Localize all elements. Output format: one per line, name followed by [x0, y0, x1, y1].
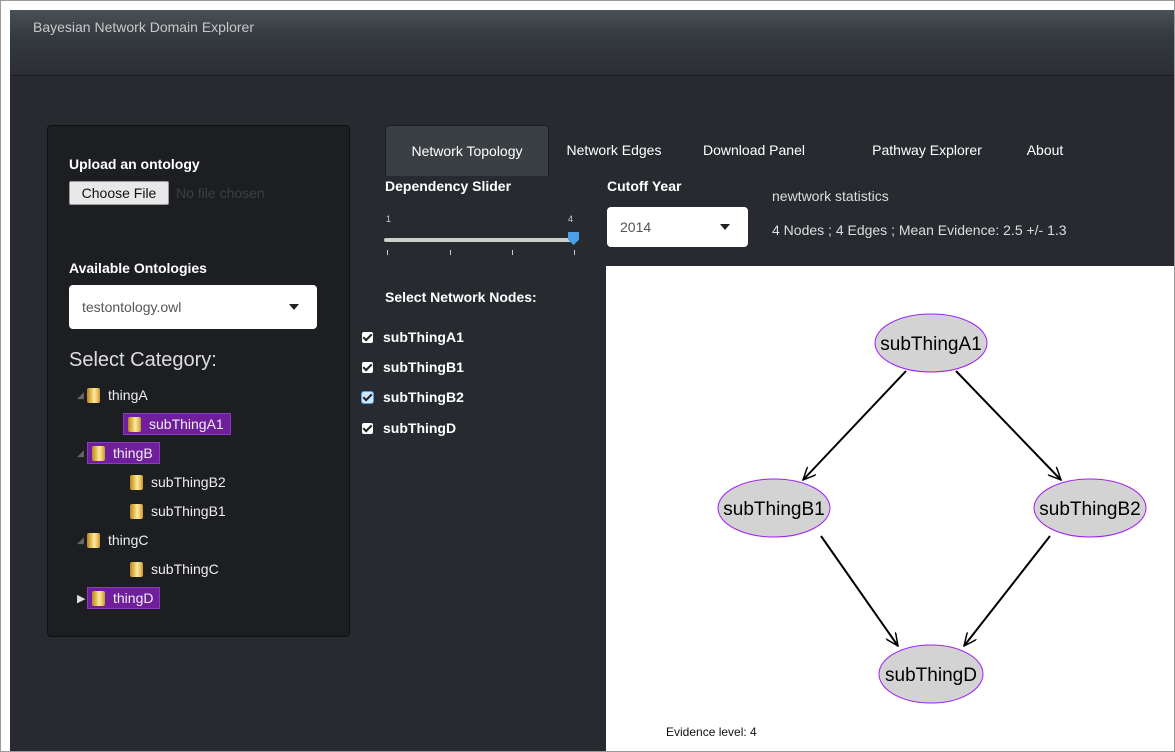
graph-node-label: subThingB1: [723, 499, 824, 520]
tree-label: thingB: [113, 445, 153, 461]
cutoff-year-value: 2014: [620, 219, 652, 235]
tree-label: thingD: [113, 590, 154, 606]
expanded-arrow-icon[interactable]: ◢: [77, 535, 87, 546]
checkbox[interactable]: [362, 361, 373, 373]
tree-node-thingA[interactable]: ◢ thingA: [77, 383, 148, 407]
slider-tick: [387, 250, 388, 255]
node-checkbox-subThingA1[interactable]: subThingA1: [362, 327, 464, 347]
tab-network-edges[interactable]: Network Edges: [553, 125, 675, 175]
tab-network-topology[interactable]: Network Topology: [385, 125, 549, 176]
slider-tick: [450, 250, 451, 255]
folder-icon: [130, 503, 143, 519]
checkbox[interactable]: [362, 331, 373, 343]
graph-node-label: subThingD: [885, 665, 977, 686]
tree-node-thingD[interactable]: ▶ thingD: [77, 586, 161, 610]
tab-download-panel[interactable]: Download Panel: [690, 125, 818, 175]
edge-a1-b2: [955, 370, 1061, 480]
graph-node-subThingB2[interactable]: subThingB2: [1033, 478, 1147, 538]
tree-node-thingC[interactable]: ◢ thingC: [77, 528, 148, 552]
graph-node-subThingD[interactable]: subThingD: [878, 644, 984, 704]
slider-max-label: 4: [568, 214, 574, 224]
collapsed-arrow-icon[interactable]: ▶: [77, 592, 87, 605]
app-shell: Bayesian Network Domain Explorer Upload …: [10, 10, 1174, 751]
cutoff-label: Cutoff Year: [607, 178, 682, 194]
tree-highlight: thingB: [87, 442, 160, 464]
expanded-arrow-icon[interactable]: ◢: [77, 448, 87, 459]
tree-label: thingC: [108, 532, 149, 548]
tree-label: subThingC: [151, 561, 219, 577]
no-file-text: No file chosen: [176, 185, 265, 201]
slider-tick: [512, 250, 513, 255]
graph-node-label: subThingA1: [880, 334, 981, 355]
ontologies-label: Available Ontologies: [69, 260, 207, 276]
chevron-down-icon: [289, 304, 299, 310]
network-plot: subThingA1 subThingB1 subThingB2 subThin…: [606, 266, 1174, 751]
dependency-slider-handle[interactable]: [568, 232, 579, 245]
checkbox-label: subThingD: [383, 420, 457, 436]
edge-b2-d: [964, 535, 1051, 646]
chevron-down-icon: [720, 224, 730, 230]
tree-node-subThingB2[interactable]: subThingB2: [130, 470, 226, 494]
tree-node-subThingB1[interactable]: subThingB1: [130, 499, 226, 523]
folder-icon: [130, 561, 143, 577]
tree-highlight: subThingA1: [123, 413, 231, 435]
tree-node-thingB[interactable]: ◢ thingB: [77, 441, 160, 465]
graph-node-subThingB1[interactable]: subThingB1: [717, 478, 831, 538]
edge-a1-b1: [803, 370, 907, 480]
checkbox-label: subThingB2: [383, 389, 464, 405]
category-label: Select Category:: [69, 349, 217, 371]
ontology-select-value: testontology.owl: [82, 299, 182, 315]
tree-label: subThingB2: [151, 474, 226, 490]
folder-icon: [87, 387, 100, 403]
slider-tick: [574, 250, 575, 255]
navbar: Bayesian Network Domain Explorer: [10, 10, 1174, 76]
tab-pathway-explorer[interactable]: Pathway Explorer: [857, 125, 997, 175]
folder-icon: [130, 474, 143, 490]
tree-label: subThingB1: [151, 503, 226, 519]
choose-file-button[interactable]: Choose File: [69, 181, 169, 205]
folder-icon: [92, 590, 105, 606]
tab-about[interactable]: About: [1019, 125, 1071, 175]
checkbox-label: subThingA1: [383, 329, 464, 345]
upload-label: Upload an ontology: [69, 156, 200, 172]
edge-b1-d: [820, 535, 898, 646]
tree-label: thingA: [108, 387, 148, 403]
window-frame: Bayesian Network Domain Explorer Upload …: [0, 0, 1175, 752]
tree-label: subThingA1: [149, 416, 224, 432]
tree-highlight: thingD: [87, 587, 161, 609]
checkbox[interactable]: [362, 422, 373, 434]
network-graph: subThingA1 subThingB1 subThingB2 subThin…: [717, 313, 1147, 704]
node-checkbox-subThingB1[interactable]: subThingB1: [362, 357, 464, 377]
cutoff-year-select[interactable]: 2014: [607, 207, 748, 247]
dependency-slider-track[interactable]: [384, 238, 576, 242]
expanded-arrow-icon[interactable]: ◢: [77, 390, 87, 401]
evidence-level-label: Evidence level: 4: [666, 725, 757, 739]
graph-node-label: subThingB2: [1039, 499, 1140, 520]
dependency-label: Dependency Slider: [385, 178, 512, 194]
folder-icon: [92, 445, 105, 461]
folder-icon: [128, 416, 141, 432]
ontology-select[interactable]: testontology.owl: [69, 285, 317, 329]
checkbox-label: subThingB1: [383, 359, 464, 375]
node-checkbox-subThingB2[interactable]: subThingB2: [362, 387, 464, 407]
stats-title: newtwork statistics: [772, 188, 889, 204]
sidebar-panel: Upload an ontology Choose File No file c…: [47, 125, 350, 637]
slider-min-label: 1: [386, 214, 392, 224]
stats-text: 4 Nodes ; 4 Edges ; Mean Evidence: 2.5 +…: [772, 222, 1067, 238]
node-checkbox-subThingD[interactable]: subThingD: [362, 418, 456, 438]
tree-node-subThingA1[interactable]: subThingA1: [123, 412, 231, 436]
graph-node-subThingA1[interactable]: subThingA1: [874, 313, 988, 373]
checkbox[interactable]: [362, 391, 373, 403]
app-title[interactable]: Bayesian Network Domain Explorer: [33, 19, 254, 35]
tree-node-subThingC[interactable]: subThingC: [130, 557, 219, 581]
folder-icon: [87, 532, 100, 548]
select-nodes-label: Select Network Nodes:: [385, 289, 537, 305]
